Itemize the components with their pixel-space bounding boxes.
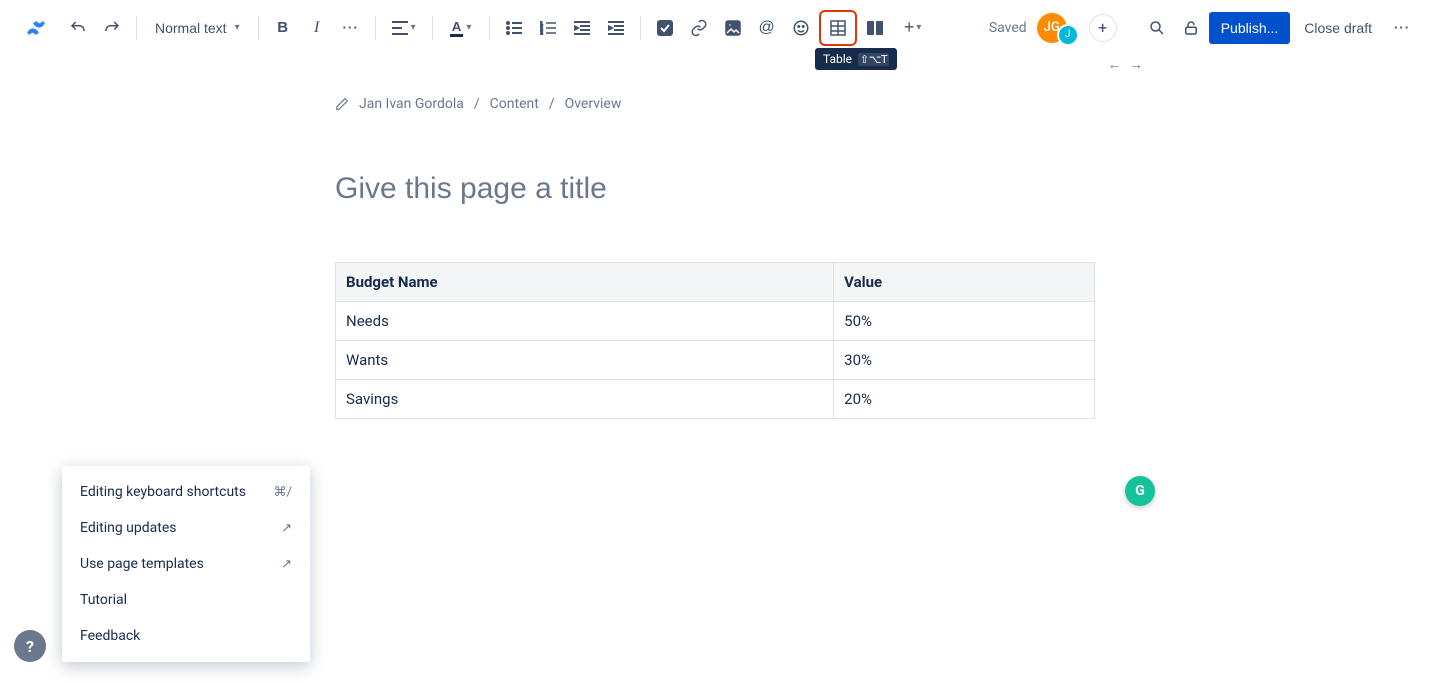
app-logo[interactable]	[12, 16, 60, 40]
find-button[interactable]	[1141, 12, 1173, 44]
publish-button[interactable]: Publish...	[1209, 12, 1291, 44]
editor-toolbar: Normal text ▾ B I ··· ▾ A▾ 123 @ +▾ Save…	[0, 0, 1430, 56]
breadcrumb-separator: /	[474, 96, 480, 112]
breadcrumb-author[interactable]: Jan Ivan Gordola	[359, 96, 464, 112]
insert-more-button[interactable]: +▾	[893, 12, 933, 44]
table-header-row: Budget Name Value	[336, 263, 1095, 302]
table-cell[interactable]: Wants	[336, 341, 834, 380]
undo-button[interactable]	[62, 12, 94, 44]
mention-button[interactable]: @	[751, 12, 783, 44]
saved-indicator: Saved	[989, 20, 1027, 36]
table-header-cell[interactable]: Budget Name	[336, 263, 834, 302]
table-cell[interactable]: Needs	[336, 302, 834, 341]
breadcrumb-separator: /	[549, 96, 555, 112]
help-item-label: Tutorial	[80, 592, 127, 608]
help-item-label: Use page templates	[80, 556, 204, 572]
breadcrumb-parent[interactable]: Content	[490, 96, 539, 112]
separator	[258, 16, 259, 40]
italic-button[interactable]: I	[301, 12, 333, 44]
action-item-button[interactable]	[649, 12, 681, 44]
table-cell[interactable]: 20%	[834, 380, 1095, 419]
alignment-button[interactable]: ▾	[384, 12, 424, 44]
avatar[interactable]: J	[1057, 24, 1079, 46]
table-row: Savings 20%	[336, 380, 1095, 419]
separator	[640, 16, 641, 40]
breadcrumb: Jan Ivan Gordola / Content / Overview	[335, 96, 1095, 112]
external-link-icon: ↗	[281, 557, 292, 572]
close-draft-button[interactable]: Close draft	[1292, 12, 1384, 44]
table-row: Wants 30%	[336, 341, 1095, 380]
redo-button[interactable]	[96, 12, 128, 44]
restrictions-button[interactable]	[1175, 12, 1207, 44]
help-menu: Editing keyboard shortcuts ⌘/ Editing up…	[62, 466, 310, 662]
help-item-hint: ⌘/	[274, 485, 292, 500]
bullet-list-button[interactable]	[498, 12, 530, 44]
table-header-cell[interactable]: Value	[834, 263, 1095, 302]
grammarly-badge[interactable]: G	[1125, 476, 1155, 506]
chevron-down-icon: ▾	[235, 22, 240, 33]
layouts-button[interactable]	[859, 12, 891, 44]
separator	[136, 16, 137, 40]
page-title-input[interactable]	[335, 172, 1095, 206]
emoji-button[interactable]	[785, 12, 817, 44]
invite-button[interactable]: +	[1089, 14, 1117, 42]
bold-button[interactable]: B	[267, 12, 299, 44]
image-button[interactable]	[717, 12, 749, 44]
link-button[interactable]	[683, 12, 715, 44]
help-button[interactable]: ?	[14, 630, 46, 662]
help-item-label: Editing updates	[80, 520, 177, 536]
more-formatting-button[interactable]: ···	[335, 12, 367, 44]
breadcrumb-current[interactable]: Overview	[565, 96, 622, 112]
separator	[432, 16, 433, 40]
chevron-down-icon: ▾	[466, 22, 471, 33]
separator	[489, 16, 490, 40]
text-style-label: Normal text	[155, 20, 227, 36]
table-button[interactable]	[819, 10, 857, 46]
help-item-feedback[interactable]: Feedback	[62, 618, 310, 654]
table-cell[interactable]: 50%	[834, 302, 1095, 341]
text-style-dropdown[interactable]: Normal text ▾	[145, 12, 250, 44]
outdent-button[interactable]	[566, 12, 598, 44]
help-item-label: Editing keyboard shortcuts	[80, 484, 246, 500]
text-color-button[interactable]: A▾	[441, 12, 481, 44]
help-item-updates[interactable]: Editing updates ↗	[62, 510, 310, 546]
help-item-shortcuts[interactable]: Editing keyboard shortcuts ⌘/	[62, 474, 310, 510]
chevron-down-icon: ▾	[411, 22, 416, 33]
external-link-icon: ↗	[281, 521, 292, 536]
edit-icon	[335, 97, 349, 111]
content-table[interactable]: Budget Name Value Needs 50% Wants 30% Sa…	[335, 262, 1095, 419]
help-item-tutorial[interactable]: Tutorial	[62, 582, 310, 618]
page-width-toggle[interactable]: ← →	[1108, 56, 1145, 73]
svg-text:3: 3	[540, 31, 543, 35]
help-item-templates[interactable]: Use page templates ↗	[62, 546, 310, 582]
indent-button[interactable]	[600, 12, 632, 44]
separator	[375, 16, 376, 40]
collaborator-avatars: JG J	[1037, 10, 1079, 46]
table-row: Needs 50%	[336, 302, 1095, 341]
chevron-down-icon: ▾	[916, 22, 921, 33]
table-cell[interactable]: Savings	[336, 380, 834, 419]
table-cell[interactable]: 30%	[834, 341, 1095, 380]
help-item-label: Feedback	[80, 628, 140, 644]
more-actions-button[interactable]: ···	[1386, 12, 1418, 44]
numbered-list-button[interactable]: 123	[532, 12, 564, 44]
